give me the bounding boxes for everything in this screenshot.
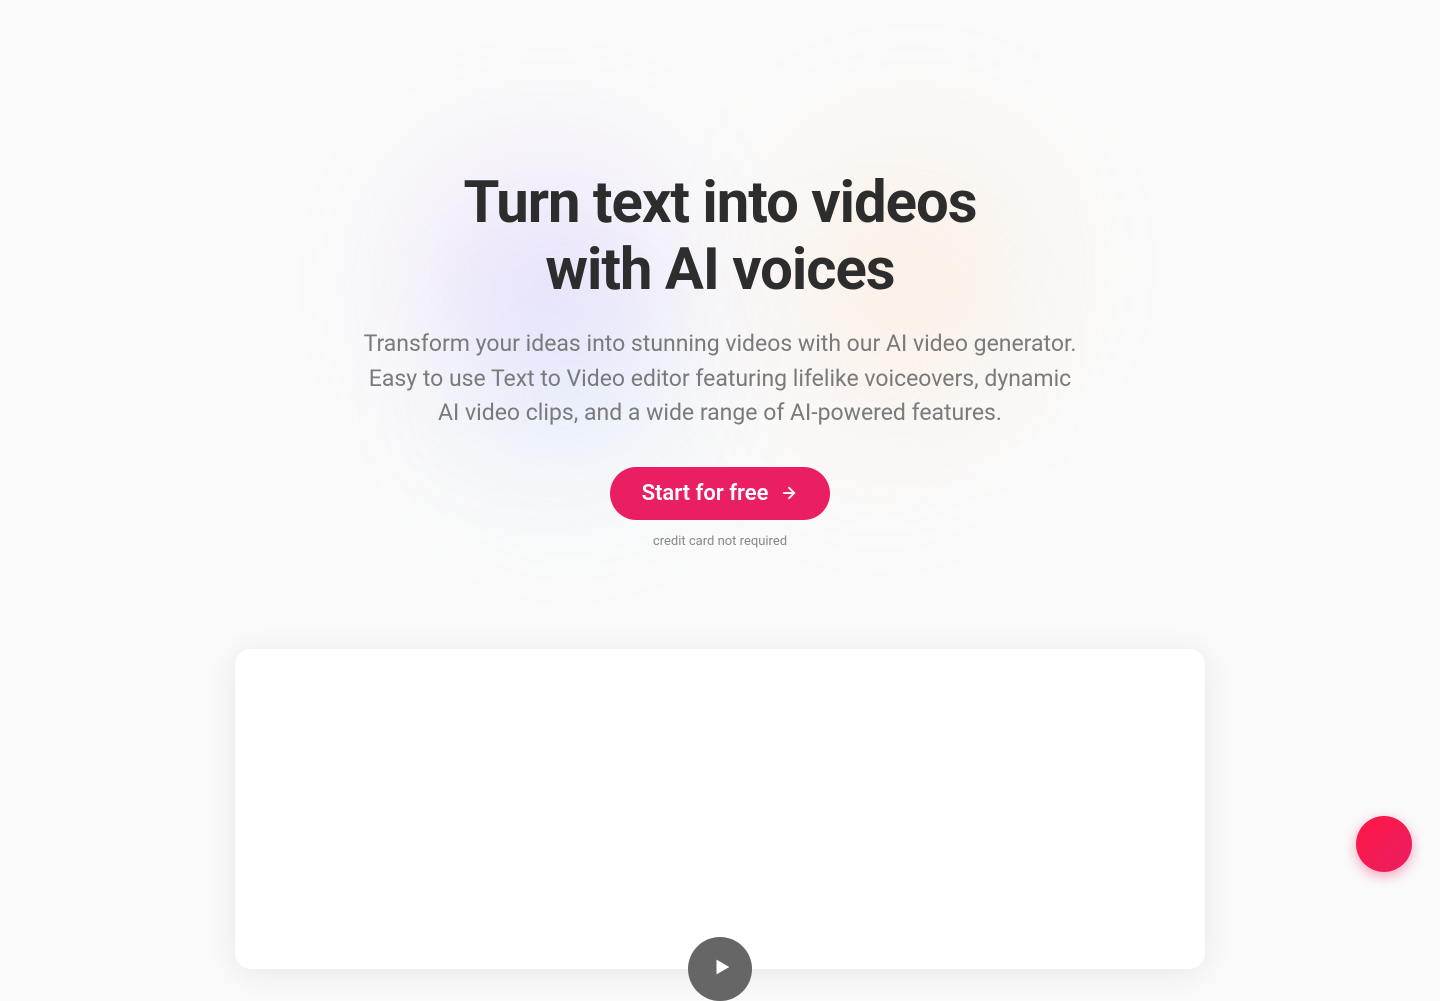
headline-line-2: with AI voices xyxy=(545,236,894,304)
arrow-right-icon xyxy=(780,484,798,502)
headline-line-1: Turn text into videos xyxy=(463,169,976,237)
cta-label: Start for free xyxy=(642,481,769,506)
page-subheadline: Transform your ideas into stunning video… xyxy=(360,327,1080,431)
play-button[interactable] xyxy=(688,937,752,1001)
play-icon xyxy=(707,956,733,981)
hero-section: Turn text into videos with AI voices Tra… xyxy=(0,0,1440,969)
video-preview-card xyxy=(235,649,1205,969)
chat-fab-button[interactable] xyxy=(1356,816,1412,872)
start-free-button[interactable]: Start for free xyxy=(610,467,831,520)
page-headline: Turn text into videos with AI voices xyxy=(270,170,1170,303)
credit-card-note: credit card not required xyxy=(270,534,1170,549)
